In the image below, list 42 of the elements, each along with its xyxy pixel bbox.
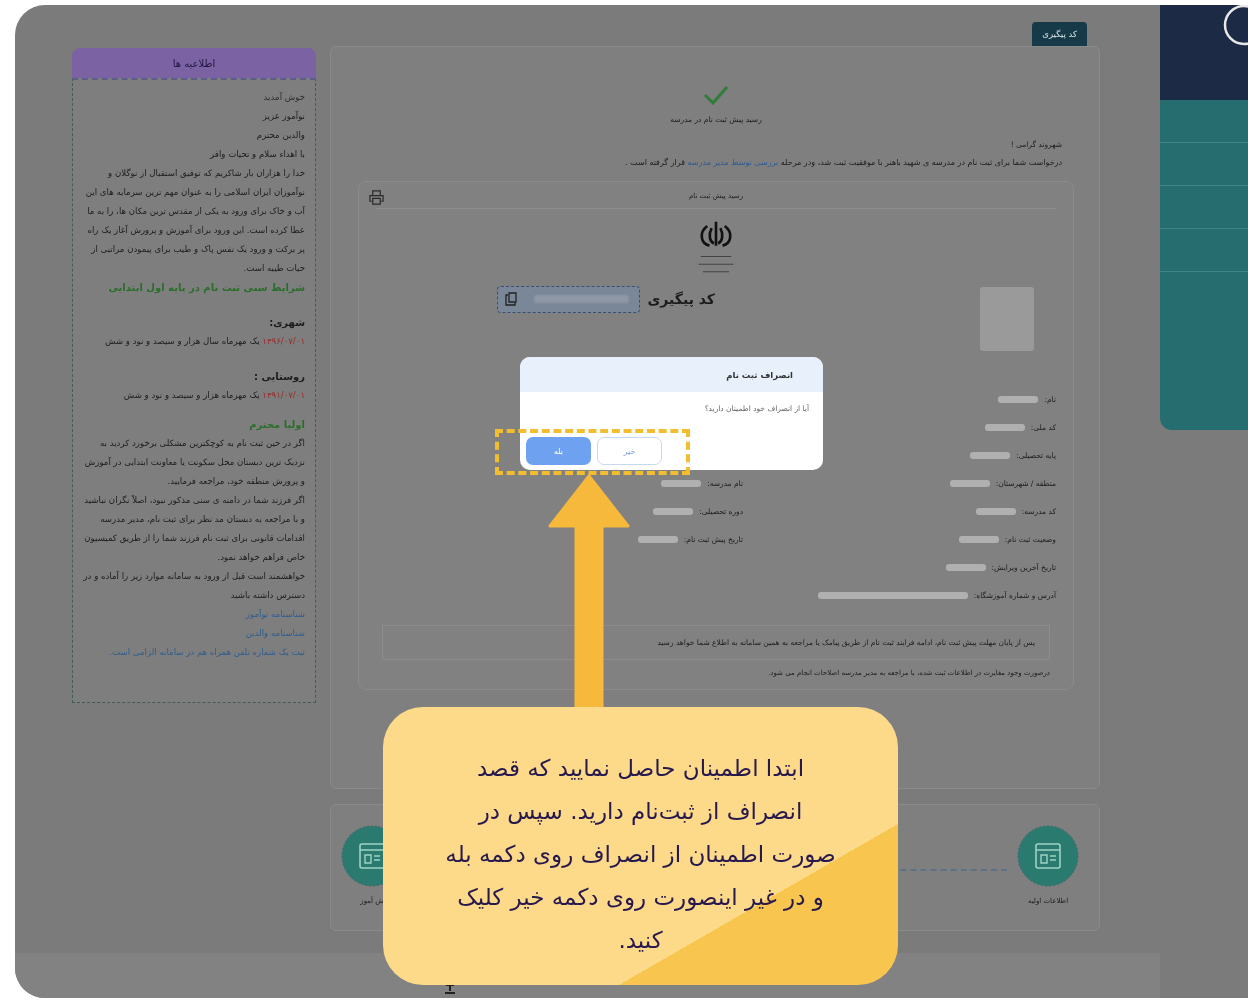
blurred-value — [653, 507, 694, 515]
announcement-label: شهری: — [268, 316, 305, 331]
status-link[interactable]: بررسی توسط مدیر مدرسه — [687, 158, 779, 167]
blurred-value — [949, 479, 990, 487]
tracking-label: کد پیگیری — [647, 291, 715, 307]
copy-icon[interactable] — [503, 292, 518, 306]
announcement-link[interactable]: شناسنامه نوآموز — [81, 605, 305, 624]
announcements-title: اطلاعیه ها — [72, 48, 316, 78]
tracking-code-field[interactable] — [496, 285, 640, 313]
tooltip-text: ابتدا اطمینان حاصل نمایید که قصد انصراف از ثبت‌نام دارید. سپس در صورت اطمینان از انصراف روی دکمه بله و در غیر اینصورت روی دکمه خیر کلیک کنید. — [383, 707, 898, 985]
photo-placeholder — [980, 287, 1034, 351]
announcement-link[interactable]: شناسنامه والدین — [81, 624, 305, 643]
blurred-value — [984, 423, 1025, 431]
no-button[interactable]: خیر — [597, 437, 662, 465]
announcement-text: ۱۳۹۶/۰۷/۰۱ یک مهرماه سال هزار و سیصد و نود و شش — [103, 335, 305, 348]
form-step-icon[interactable] — [1017, 825, 1079, 887]
announcement-text: ۱۳۹۱/۰۷/۰۱ یک مهرماه هزار و سیصد و نود و شش — [122, 389, 305, 402]
announcement-link[interactable]: ثبت یک شماره تلفن همراه هم در سامانه الزامی است. — [81, 643, 305, 662]
announcement-heading: اولیا محترم — [248, 418, 305, 433]
announcement-text: اگر در حین ثبت نام به کوچکترین مشکلی برخورد کردید به نزدیک ترین دبستان محل سکونت یا معاونت ابتدایی در آموزش و پرورش منطقه خود، مراجعه فرمایید. — [83, 437, 305, 488]
announcement-heading: شرایط سنی ثبت نام در پایه اول ابتدایی — [107, 281, 305, 296]
dialog-title: انصراف ثبت نام — [520, 357, 823, 392]
announcement-text: با اهداء سلام و تحیات وافر — [208, 148, 305, 161]
blurred-value — [998, 395, 1039, 403]
announcement-text: خدا را هزاران بار شاکریم که توفیق استقبال از نوگلان و نوآموزان ایران اسلامی را به عنوان مهم ترین سرمایه های این آب و خاک برای ورود به یکی از مقدس ترین مکان ها، را به ما عطا کرده است. این ورود برای آموزش و پرورش آغاز یک راه پر برکت و ورود یک نفس پاک و طیب برای پیمودن مراتبی از حیات طیبه است. — [84, 167, 305, 275]
announcement-text: خوش آمدید — [262, 91, 305, 104]
announcement-text: خواهشمند است قبل از ورود به سامانه موارد زیر را آماده و در دسترس داشته باشید — [82, 570, 305, 602]
announcement-text: اگر فرزند شما در دامنه ی سنی مذکور نبود، اصلاً نگران نباشید و با مراجعه به دبستان مد نظر برای ثبت نام، مدیر مدرسه اقدامات قانونی برای ثبت نام فرزند شما را از طریق کمیسیون خاص فراهم خواهد نمود. — [83, 494, 305, 564]
blurred-value — [975, 507, 1016, 515]
yes-button[interactable]: بله — [526, 437, 591, 465]
print-icon[interactable] — [369, 190, 384, 205]
announcement-text: والدین محترم — [255, 129, 305, 142]
blurred-value — [637, 535, 678, 543]
blurred-value — [958, 535, 999, 543]
blurred-value — [945, 563, 986, 571]
blurred-value — [970, 451, 1011, 459]
announcement-text: نوآموز عزیز — [261, 110, 305, 123]
blurred-value — [661, 479, 702, 487]
tracking-tab[interactable]: کد پیگیری — [1032, 22, 1087, 46]
check-icon — [703, 85, 729, 105]
announcement-label: روستایی : — [253, 370, 305, 385]
status-message: درخواست شما برای ثبت نام در مدرسه ی شهید باهنر با موفقیت ثبت شد، ودر مرحله بررسی توسط مدیر مدرسه قرار گرفته است . — [624, 158, 1062, 167]
